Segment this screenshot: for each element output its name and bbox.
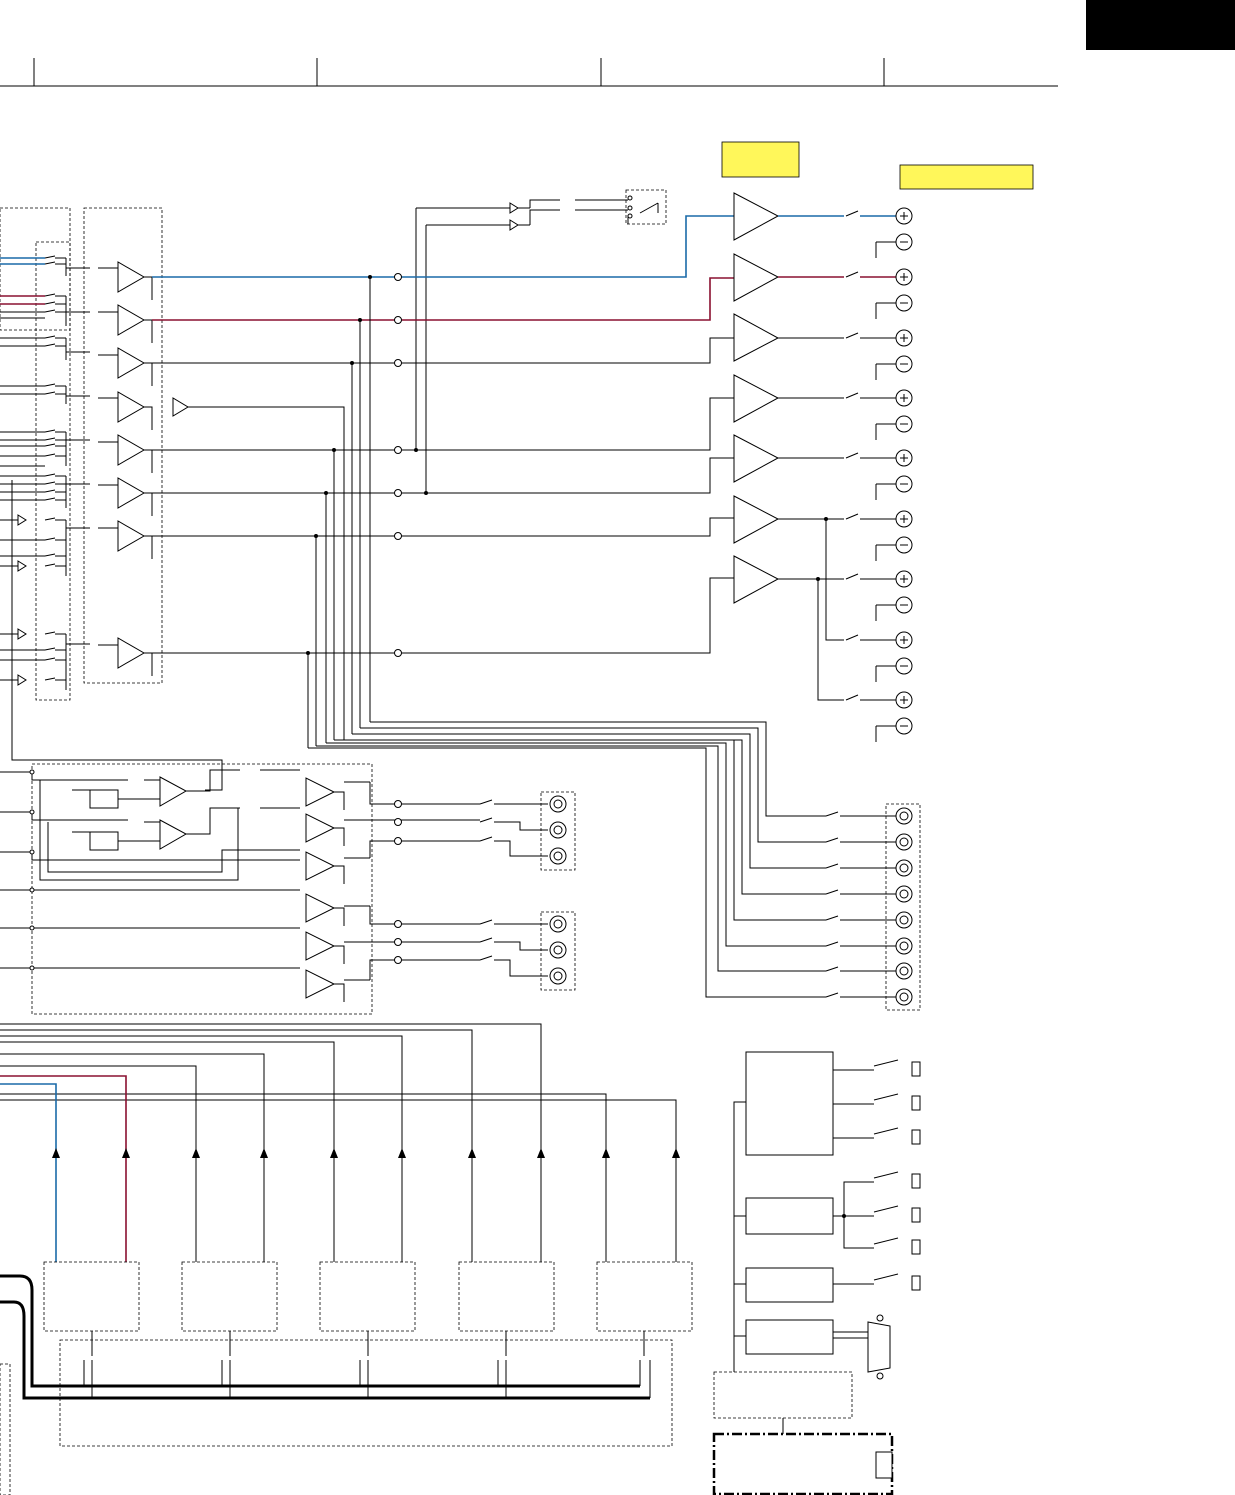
highlight-label-amp	[721, 141, 800, 178]
connector-block	[745, 1319, 834, 1355]
volume-op-amps	[98, 261, 189, 676]
input-module	[181, 1261, 278, 1332]
input-bus	[0, 1023, 680, 1262]
power-amplifier	[733, 253, 780, 302]
volume-op-amp	[117, 261, 146, 293]
zone-selector	[0, 763, 576, 1015]
power-amplifier	[733, 495, 780, 544]
preout-routing	[308, 721, 921, 1011]
rca-jack	[549, 915, 567, 933]
rca-jack	[549, 941, 567, 959]
rca-jack	[549, 967, 567, 985]
block-diagram	[0, 0, 1235, 1495]
main-signal-lines	[152, 215, 734, 748]
input-module	[319, 1261, 416, 1332]
input-module	[458, 1261, 555, 1332]
rca-jack	[895, 937, 913, 955]
rca-jack	[895, 962, 913, 980]
power-amplifier	[733, 374, 780, 423]
rca-jack	[895, 859, 913, 877]
power-amplifiers	[733, 192, 896, 701]
serial-connector	[867, 1314, 891, 1380]
volume-op-amp	[117, 477, 146, 509]
rca-jack	[549, 847, 567, 865]
headphone-jack	[415, 189, 667, 493]
rca-jack	[895, 885, 913, 903]
page-header	[0, 0, 1235, 87]
power-amplifier	[733, 313, 780, 362]
connector-block	[745, 1267, 834, 1303]
rca-jack	[895, 833, 913, 851]
rca-jack	[549, 821, 567, 839]
power-amplifier	[733, 192, 780, 241]
input-modules	[0, 1261, 693, 1495]
volume-op-amp	[117, 304, 146, 336]
volume-op-amp	[117, 347, 146, 379]
input-module	[43, 1261, 140, 1332]
input-selector	[0, 255, 223, 791]
volume-op-amp	[117, 637, 146, 669]
highlight-label-speaker	[899, 164, 1034, 190]
preout-jacks	[895, 807, 913, 1006]
page-tab	[1086, 0, 1235, 50]
zone-outputs	[549, 795, 567, 985]
zone-volume-block	[89, 831, 119, 851]
rca-jack	[895, 807, 913, 825]
input-module	[596, 1261, 693, 1332]
rca-jack	[895, 988, 913, 1006]
power-amplifier	[733, 434, 780, 483]
power-amplifier	[733, 555, 780, 604]
zone-volume-block	[89, 789, 119, 809]
volume-op-amp	[117, 391, 146, 423]
connector-blocks	[712, 1051, 921, 1495]
connector-block	[745, 1197, 834, 1235]
speaker-terminals	[875, 207, 913, 742]
connector-block	[745, 1051, 834, 1156]
rca-jack	[895, 911, 913, 929]
volume-op-amp	[117, 520, 146, 552]
volume-op-amp	[117, 434, 146, 466]
rca-jack	[549, 795, 567, 813]
